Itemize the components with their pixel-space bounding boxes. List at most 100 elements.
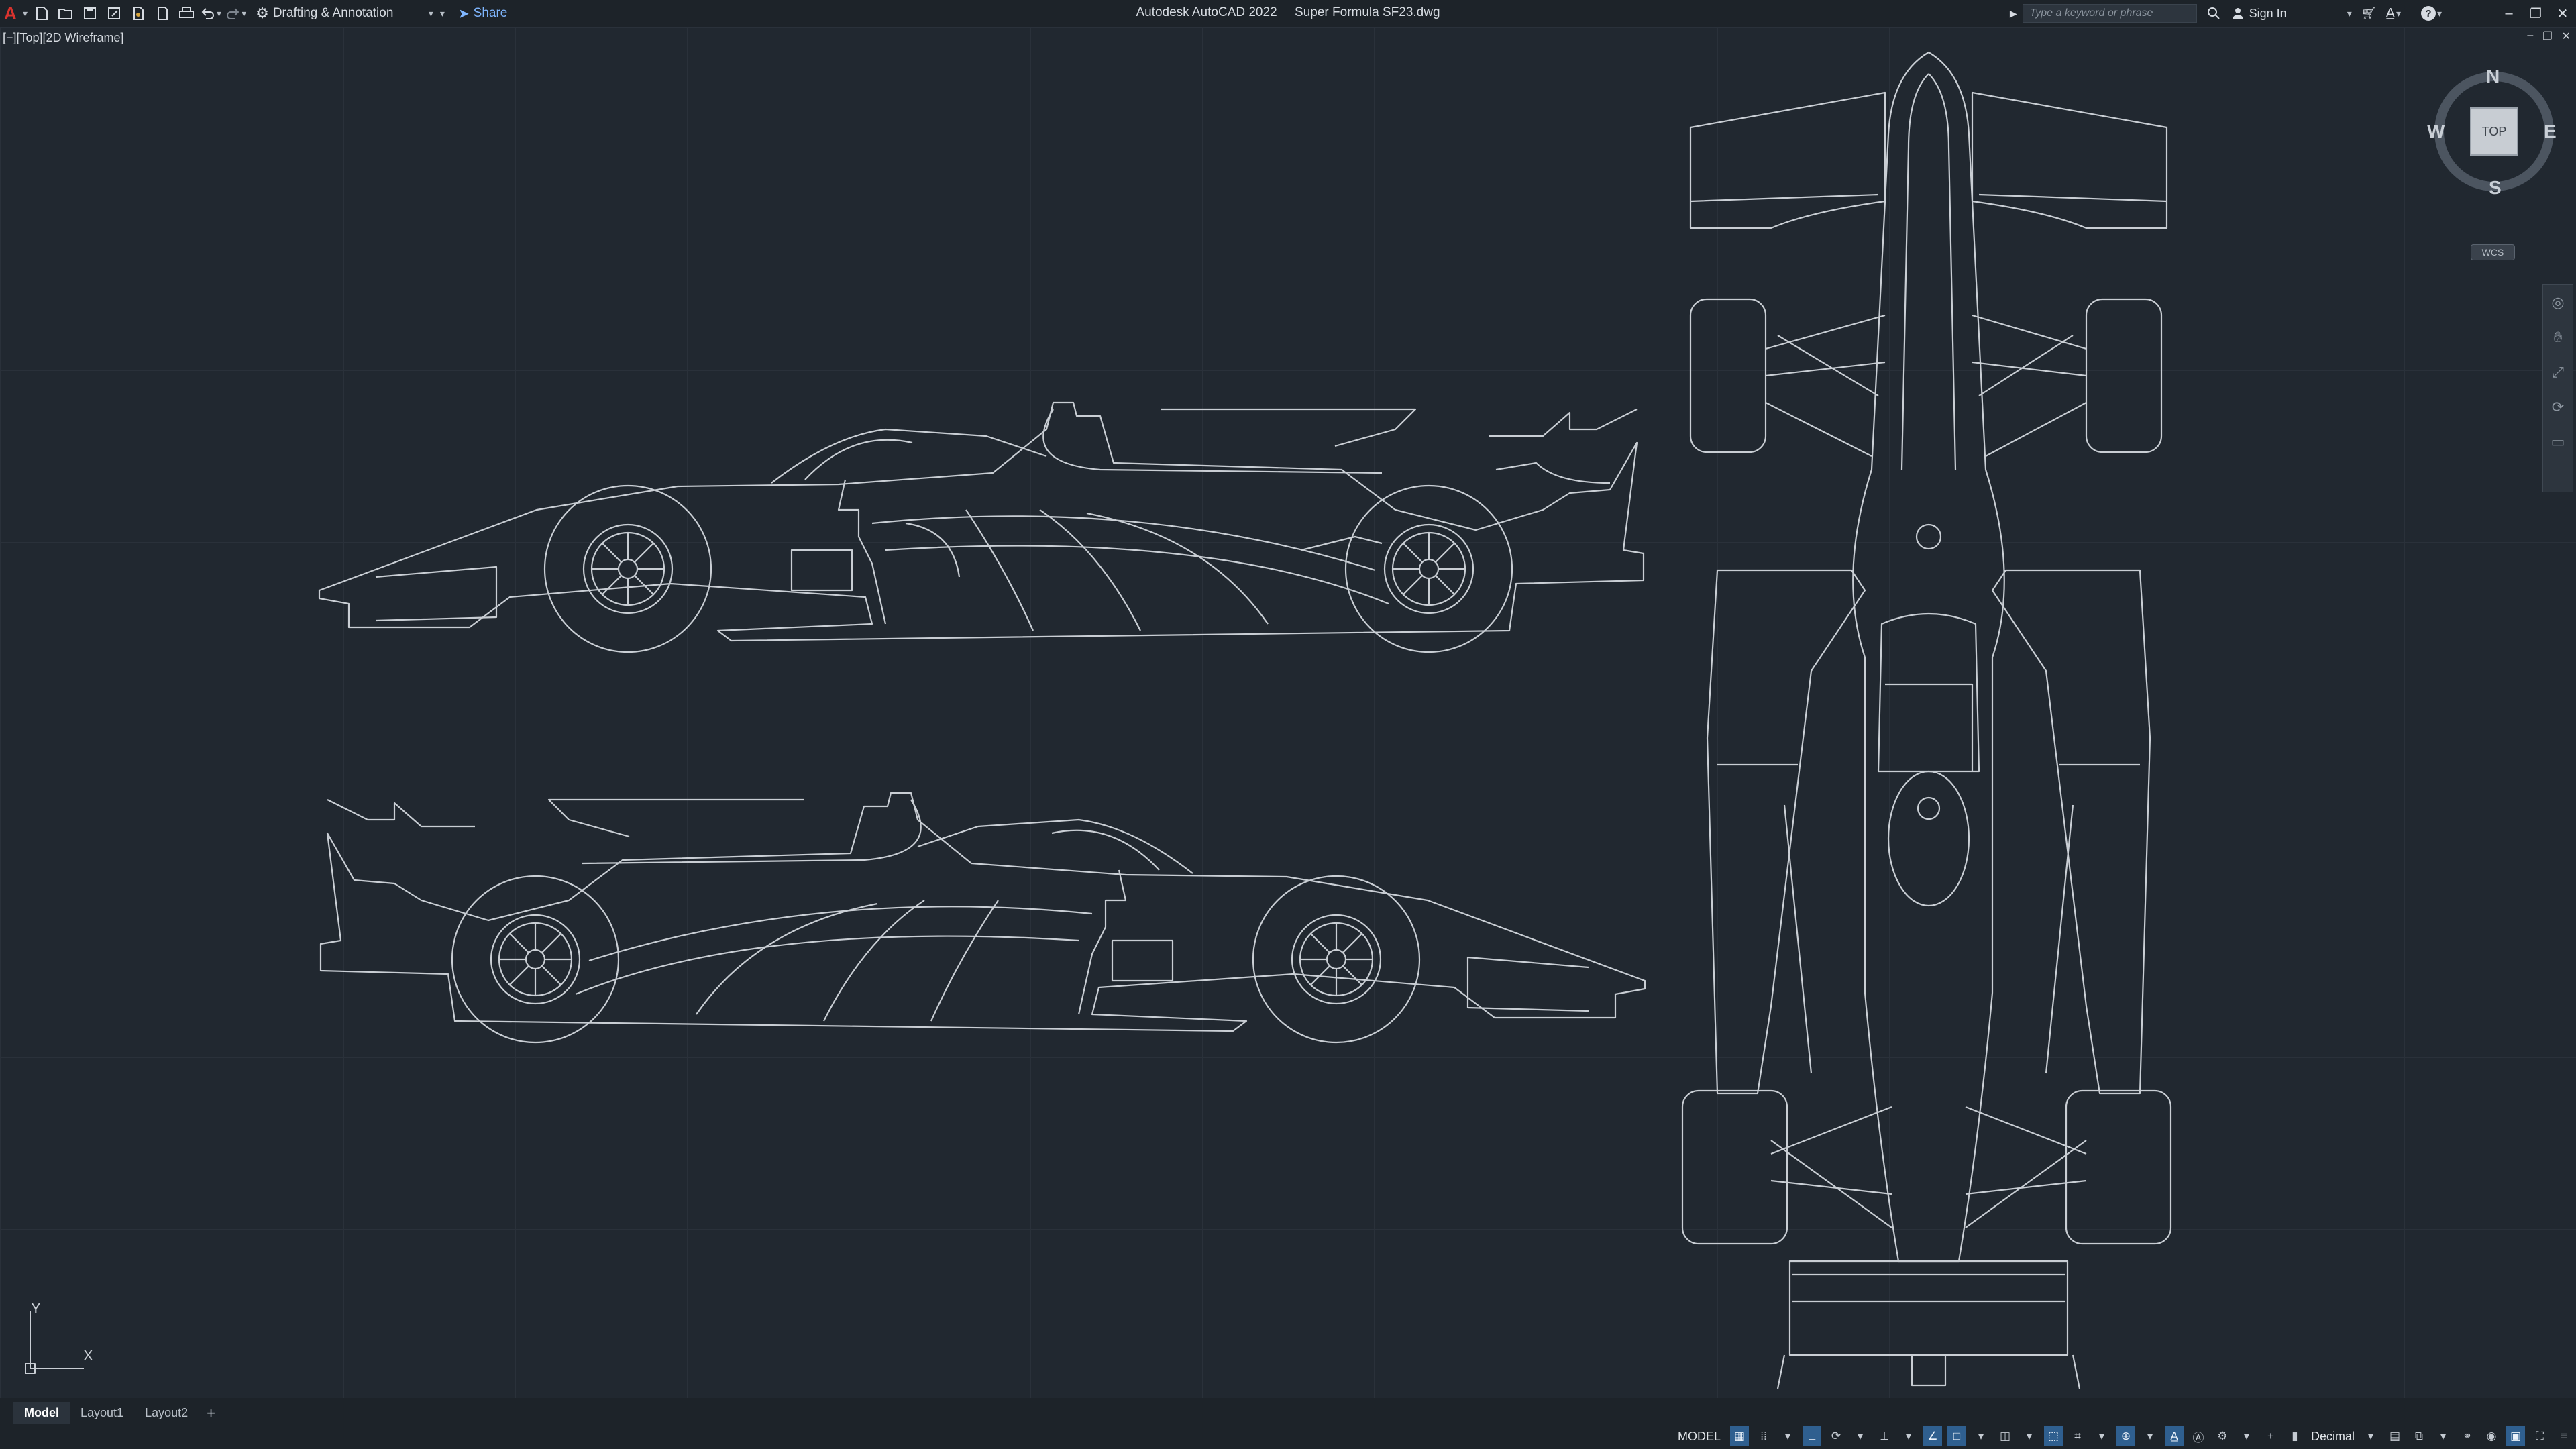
- grid-button[interactable]: ▦: [1729, 1426, 1749, 1446]
- polar-button[interactable]: ⟳: [1827, 1426, 1845, 1446]
- undo-button[interactable]: ▾: [201, 3, 221, 23]
- open-icon: [58, 9, 73, 19]
- maximize-button[interactable]: ❐: [2522, 5, 2549, 22]
- pan-button[interactable]: ✋︎: [2543, 320, 2573, 355]
- customization-button[interactable]: ≡: [2555, 1426, 2573, 1446]
- osnap-icon: □: [1953, 1430, 1961, 1442]
- a360-button[interactable]: A̲ ▾: [2386, 6, 2401, 21]
- annotation-visibility-button[interactable]: A̲: [2164, 1426, 2184, 1446]
- polar-chevron[interactable]: ▾: [1851, 1426, 1870, 1446]
- top-view: [1681, 51, 2172, 1389]
- annotation-monitor-button[interactable]: +: [2261, 1426, 2280, 1446]
- print-icon: [179, 7, 195, 18]
- new-button[interactable]: [32, 3, 52, 23]
- sign-in-button[interactable]: Sign In ▾: [2231, 6, 2352, 21]
- hardware-acceleration-button[interactable]: ◉: [2482, 1426, 2501, 1446]
- close-button[interactable]: ✕: [2549, 5, 2576, 22]
- viewcube-top-face[interactable]: TOP: [2470, 107, 2518, 156]
- tab-model[interactable]: Model: [13, 1402, 70, 1424]
- isodraft-button[interactable]: ⟂: [1875, 1426, 1894, 1446]
- quick-properties-button[interactable]: ▤: [2385, 1426, 2404, 1446]
- isodraft-icon: ⟂: [1880, 1430, 1888, 1442]
- 3d-osnap-button[interactable]: ⬚: [2043, 1426, 2063, 1446]
- workspace-chevron[interactable]: ▾: [2237, 1426, 2256, 1446]
- viewcube-east[interactable]: E: [2544, 121, 2557, 142]
- open-button[interactable]: [56, 3, 76, 23]
- snap-button[interactable]: ⁞⁞: [1754, 1426, 1773, 1446]
- clean-screen-button[interactable]: ▣: [2506, 1426, 2525, 1446]
- annotation-scale-button[interactable]: Ⓐ: [2189, 1426, 2208, 1446]
- viewcube-south[interactable]: S: [2489, 177, 2502, 199]
- wcs-menu[interactable]: WCS: [2471, 244, 2515, 260]
- viewcube-north[interactable]: N: [2486, 66, 2500, 87]
- publish-button[interactable]: [128, 3, 148, 23]
- ortho-button[interactable]: ∟: [1802, 1426, 1821, 1446]
- application-menu-button[interactable]: A ▾: [4, 3, 28, 23]
- dynamic-ucs-button[interactable]: ⌗: [2068, 1426, 2087, 1446]
- model-space-button[interactable]: MODEL: [1678, 1430, 1721, 1444]
- viewcube-west[interactable]: W: [2427, 121, 2445, 142]
- orbit-button[interactable]: ⟳: [2543, 390, 2573, 425]
- dynamic-ucs-chevron[interactable]: ▾: [2092, 1426, 2111, 1446]
- publish-icon: [133, 7, 144, 20]
- layout-tabs: Model Layout1 Layout2 +: [13, 1402, 223, 1424]
- isolate-objects-button[interactable]: ⚭: [2458, 1426, 2477, 1446]
- object-snap-tracking-button[interactable]: ∠: [1923, 1426, 1942, 1446]
- object-snap-button[interactable]: □: [1947, 1426, 1966, 1446]
- help-button[interactable]: ? ▾: [2420, 6, 2442, 21]
- gear-icon: ⚙: [256, 5, 269, 21]
- save-as-button[interactable]: [104, 3, 124, 23]
- tab-layout2[interactable]: Layout2: [134, 1402, 199, 1424]
- lock-ui-chevron[interactable]: ▾: [2434, 1426, 2453, 1446]
- osnap-chevron[interactable]: ▾: [1972, 1426, 1990, 1446]
- qat-customize-chevron-icon[interactable]: ▾: [440, 8, 445, 19]
- showmotion-button[interactable]: ▭: [2543, 425, 2573, 460]
- selection-cycling-chevron[interactable]: ▾: [2020, 1426, 2039, 1446]
- chevron-down-icon: ▾: [2243, 1430, 2250, 1442]
- lock-ui-button[interactable]: ⧉: [2410, 1426, 2428, 1446]
- tab-layout1[interactable]: Layout1: [70, 1402, 134, 1424]
- showmotion-icon: ▭: [2551, 433, 2565, 450]
- chevron-down-icon: ▾: [428, 7, 433, 19]
- units-chevron[interactable]: ▾: [2361, 1426, 2380, 1446]
- search-button[interactable]: [2206, 6, 2221, 21]
- fullscreen-button[interactable]: ⛶: [2530, 1426, 2549, 1446]
- snap-icon: ⁞⁞: [1760, 1430, 1767, 1442]
- units-icon: ▮: [2292, 1430, 2298, 1442]
- isolate-icon: ⚭: [2462, 1430, 2473, 1442]
- plot-preview-button[interactable]: [152, 3, 172, 23]
- save-as-icon: [108, 7, 121, 19]
- transparency-icon: ◫: [1999, 1430, 2011, 1442]
- chevron-down-icon: ▾: [2396, 7, 2401, 19]
- orbit-icon: ⟳: [2551, 398, 2565, 415]
- print-button[interactable]: [176, 3, 197, 23]
- autodesk-app-store-button[interactable]: 🛒︎: [2361, 7, 2377, 21]
- search-expand-icon[interactable]: ▶: [2010, 8, 2017, 19]
- add-layout-button[interactable]: +: [199, 1405, 223, 1422]
- share-button[interactable]: ➤ Share: [458, 5, 507, 22]
- drawing-viewport[interactable]: [−][Top][2D Wireframe] – ❐ ✕ Y X N S E W…: [0, 27, 2576, 1398]
- menu-icon: ≡: [2561, 1430, 2567, 1442]
- transparency-button[interactable]: ◫: [1996, 1426, 2015, 1446]
- save-button[interactable]: [80, 3, 100, 23]
- selection-filter-button[interactable]: ⊕: [2116, 1426, 2135, 1446]
- isodraft-chevron[interactable]: ▾: [1899, 1426, 1918, 1446]
- sign-in-label: Sign In: [2249, 6, 2287, 20]
- zoom-extents-button[interactable]: ⤢: [2543, 355, 2573, 390]
- chevron-down-icon: ▾: [1784, 1430, 1791, 1442]
- minimize-button[interactable]: –: [2496, 6, 2522, 21]
- units-icon-button[interactable]: ▮: [2286, 1426, 2304, 1446]
- filter-chevron[interactable]: ▾: [2141, 1426, 2159, 1446]
- zoom-icon: ⤢: [2552, 364, 2564, 380]
- car-drawing: [25, 51, 2172, 1389]
- viewcube[interactable]: N S E W TOP: [2427, 64, 2561, 199]
- units-selector[interactable]: Decimal: [2311, 1430, 2355, 1444]
- redo-button[interactable]: ▾: [225, 3, 246, 23]
- workspace-switcher[interactable]: ⚙ Drafting & Annotation ▾ ▾: [256, 5, 445, 22]
- infocenter: ▶ Sign In ▾ 🛒︎ A̲ ▾ ? ▾ – ❐ ✕: [2010, 0, 2576, 27]
- steering-wheel-button[interactable]: ◎: [2543, 285, 2573, 320]
- snap-chevron[interactable]: ▾: [1778, 1426, 1797, 1446]
- workspace-settings-button[interactable]: ⚙: [2213, 1426, 2232, 1446]
- title-bar: A ▾ ▾ ▾ ⚙ Drafting & Annotation ▾ ▾ ➤ Sh…: [0, 0, 2576, 27]
- search-input[interactable]: [2028, 7, 2191, 20]
